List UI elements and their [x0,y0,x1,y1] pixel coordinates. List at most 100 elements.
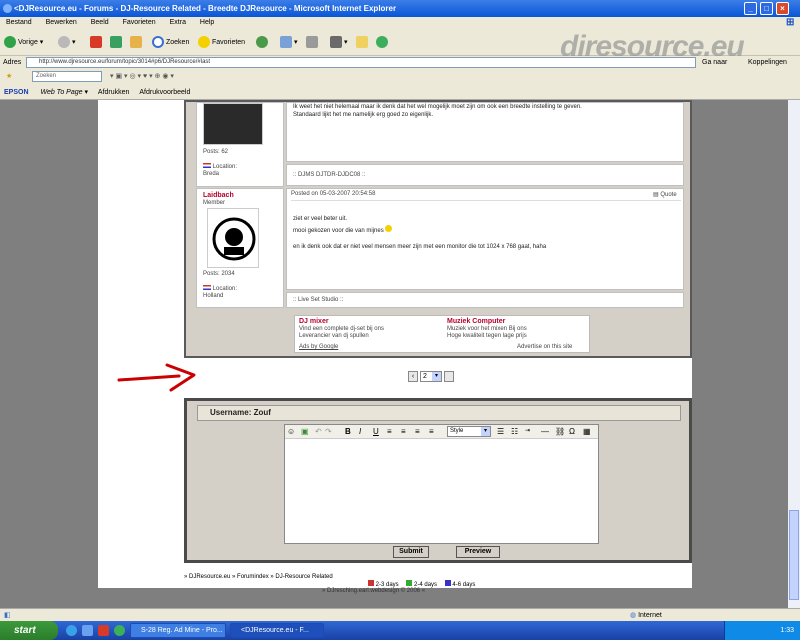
special-char-button[interactable]: Ω [569,427,575,436]
ad1-title[interactable]: DJ mixer [299,318,329,325]
go-button[interactable]: Ga naar [702,56,727,69]
print-preview-link[interactable]: Afdrukvoorbeeld [139,89,190,96]
post1-location-value: Breda [203,171,220,177]
post1-location: Location: [203,163,237,170]
page-select[interactable]: 2 ▾ [420,371,442,382]
chevron-down-icon: ▾ [481,427,490,436]
forward-button[interactable]: ▾ [58,36,76,48]
post2-avatar [207,208,259,268]
stop-button[interactable] [90,36,104,48]
numbered-list-button[interactable]: ☷ [511,427,518,436]
link-button[interactable]: ⛓ [555,427,565,436]
hr-button[interactable]: — [541,427,549,436]
legend-red-icon [368,580,374,586]
quote-button[interactable]: ▤ Quote [653,191,677,198]
underline-button[interactable]: U [373,427,379,436]
page-footer: » DJResource.eu » Forumindex » DJ-Resour… [184,574,684,594]
toolbar-extra-icons[interactable]: ▾ ▣ ▾ ◎ ▾ ♥ ▾ ⊕ ◉ ▾ [110,69,174,85]
refresh-icon [110,36,122,48]
maximize-button[interactable]: □ [760,2,773,15]
post2-signature: :: Live Set Studio :: [286,292,684,308]
taskbar-item-1[interactable]: S-28 Reg. Ad Mine - Pro... [130,623,226,638]
justify-button[interactable]: ≡ [429,427,434,436]
align-center-button[interactable]: ≡ [401,427,406,436]
globe-icon: ◍ [630,612,637,619]
quicklaunch-ie-icon[interactable] [66,625,77,636]
post2-date: Posted on 05-03-2007 20:54:58 [291,191,376,197]
arrow-icon [117,363,196,392]
breadcrumb[interactable]: » DJResource.eu » Forumindex » DJ-Resour… [184,574,333,580]
print-link[interactable]: Afdrukken [98,89,130,96]
undo-button[interactable]: ↶ [315,427,322,436]
back-button[interactable]: Vorige ▾ [4,36,43,48]
post2-author[interactable]: Laidbach [203,192,234,199]
address-input[interactable]: http://www.djresource.eu/forum/topic/301… [26,57,696,68]
menu-file[interactable]: Bestand [6,19,32,26]
menu-favorites[interactable]: Favorieten [123,19,156,26]
indent-button[interactable]: ⇥ [525,427,530,434]
search-toolbar: ★ Zoeken ▾ ▣ ▾ ◎ ▾ ♥ ▾ ⊕ ◉ ▾ [0,69,800,85]
ads-by-google-link[interactable]: Ads by Google [299,344,338,350]
image-button[interactable]: ▣ [301,427,309,436]
post-divider [291,200,681,201]
next-page-button[interactable] [444,371,454,382]
mail-button[interactable]: ▾ [280,36,298,48]
close-button[interactable]: × [776,2,789,15]
advertise-link[interactable]: Advertise on this site [517,344,572,350]
menu-view[interactable]: Beeld [91,19,109,26]
menu-help[interactable]: Help [200,19,214,26]
print-button[interactable] [306,36,320,48]
reply-textarea[interactable] [285,440,598,543]
ad2-line2: Hoge kwaliteit tegen lage prijs [447,333,527,339]
epson-toolbar: EPSON Web To Page ▾ Afdrukken Afdrukvoor… [0,85,800,100]
legend: 2-3 days 2-4 days 4-6 days [368,580,475,588]
start-button[interactable]: start [0,621,58,640]
minimize-button[interactable]: _ [744,2,757,15]
preview-button[interactable]: Preview [456,546,500,558]
home-button[interactable] [130,36,144,48]
taskbar-item-2[interactable]: <DJResource.eu - F... [230,623,324,638]
toolbar-search-input[interactable]: Zoeken [32,71,102,82]
quicklaunch-app-icon[interactable] [98,625,109,636]
prev-page-button[interactable]: ‹ [408,371,418,382]
smiley-button[interactable]: ☺ [287,427,295,436]
bold-button[interactable]: B [345,427,351,436]
style-select[interactable]: Style ▾ [447,426,491,437]
bullet-list-button[interactable]: ☰ [497,427,504,436]
scrollbar-thumb[interactable] [789,510,799,600]
address-label: Adres [3,59,22,66]
search-icon [152,36,164,48]
media-button[interactable] [256,36,270,48]
web-to-page-button[interactable]: Web To Page [40,89,82,96]
favorites-button[interactable]: Favorieten [198,36,245,48]
post2-posts: Posts: 2034 [203,271,235,277]
post2-text3: en ik denk ook dat er niet veel mensen m… [293,244,547,250]
edit-button[interactable]: ▾ [330,36,348,48]
messenger-button[interactable] [376,36,390,48]
italic-button[interactable]: I [359,427,361,436]
menu-edit[interactable]: Bewerken [46,19,77,26]
align-left-button[interactable]: ≡ [387,427,392,436]
post2-text1: ziet er veel beter uit. [293,216,348,222]
post2-location: Location: [203,285,237,292]
toolbar-logo-icon: ★ [6,73,13,80]
forward-arrow-icon [58,36,70,48]
search-button[interactable]: Zoeken [152,36,189,48]
quicklaunch-messenger-icon[interactable] [114,625,125,636]
menu-tools[interactable]: Extra [170,19,186,26]
vertical-scrollbar[interactable] [788,100,800,608]
epson-logo: EPSON [4,89,29,96]
quicklaunch-mail-icon[interactable] [82,625,93,636]
links-button[interactable]: Koppelingen [748,56,787,69]
media-icon [256,36,268,48]
folder-button[interactable] [356,36,370,48]
redo-button[interactable]: ↷ [325,427,332,436]
window-title-bar: <DJResource.eu - Forums - DJ-Resource Re… [0,0,800,17]
table-button[interactable]: ▦ [583,427,591,436]
align-right-button[interactable]: ≡ [415,427,420,436]
chevron-down-icon: ▾ [432,372,441,381]
submit-button[interactable]: Submit [393,546,429,558]
legend-green-icon [406,580,413,586]
refresh-button[interactable] [110,36,124,48]
ad2-title[interactable]: Muziek Computer [447,318,505,325]
